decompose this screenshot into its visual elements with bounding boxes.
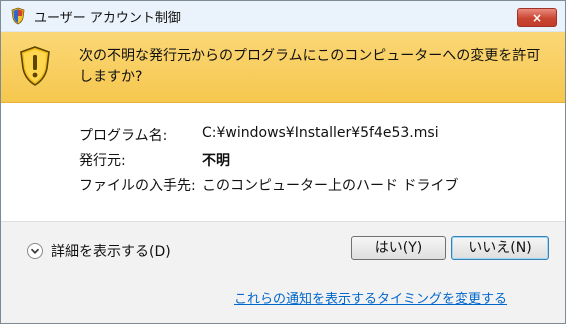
close-button[interactable]: ×	[517, 8, 557, 27]
file-source-row: ファイルの入手先: このコンピューター上のハード ドライブ	[79, 175, 549, 196]
warning-message: 次の不明な発行元からのプログラムにこのコンピューターへの変更を許可しますか?	[79, 48, 541, 85]
warning-banner: 次の不明な発行元からのプログラムにこのコンピューターへの変更を許可しますか?	[1, 32, 565, 103]
user-account-control-dialog: ユーザー アカウント制御 × 次の不明な発行元からのプログラムにこのコンピュータ…	[0, 0, 566, 324]
program-info: プログラム名: C:¥windows¥Installer¥5f4e53.msi …	[79, 125, 549, 200]
publisher-label: 発行元:	[79, 153, 126, 169]
window-title: ユーザー アカウント制御	[34, 11, 181, 26]
program-name-row: プログラム名: C:¥windows¥Installer¥5f4e53.msi	[79, 125, 549, 146]
program-name-label: プログラム名:	[79, 128, 168, 144]
dialog-footer: 詳細を表示する(D) はい(Y) いいえ(N) これらの通知を表示するタイミング…	[1, 222, 565, 323]
warning-shield-icon	[20, 46, 50, 86]
security-shield-icon	[11, 7, 25, 25]
notification-settings-link[interactable]: これらの通知を表示するタイミングを変更する	[234, 288, 507, 307]
publisher-row: 発行元: 不明	[79, 150, 549, 171]
show-details-label: 詳細を表示する(D)	[51, 244, 171, 260]
file-source-label: ファイルの入手先:	[79, 178, 196, 194]
title-bar: ユーザー アカウント制御 ×	[1, 1, 565, 32]
chevron-down-icon	[27, 243, 43, 259]
file-source-value: このコンピューター上のハード ドライブ	[202, 178, 459, 194]
no-button[interactable]: いいえ(N)	[451, 236, 549, 260]
program-name-value: C:¥windows¥Installer¥5f4e53.msi	[202, 125, 439, 141]
yes-button[interactable]: はい(Y)	[351, 236, 446, 260]
publisher-value: 不明	[202, 153, 230, 169]
